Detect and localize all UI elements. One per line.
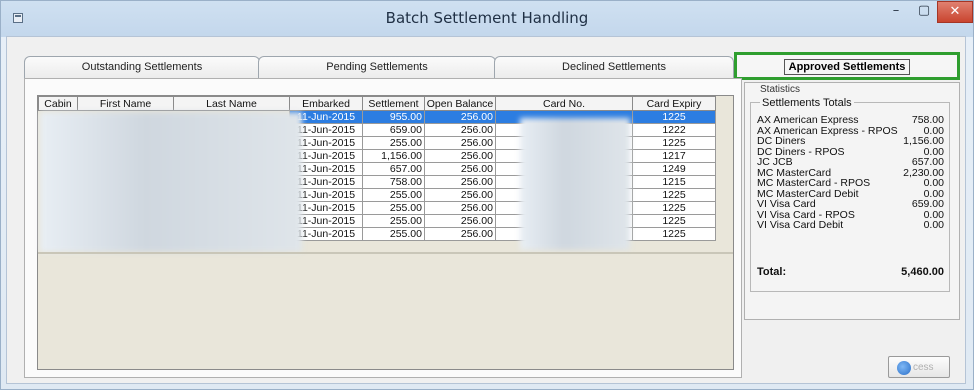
minimize-button[interactable]: – bbox=[881, 1, 911, 23]
cell-card-expiry: 1225 bbox=[632, 214, 716, 228]
card-type-total: 657.00 bbox=[911, 156, 944, 168]
process-button[interactable]: cess bbox=[888, 356, 950, 378]
cell-card-expiry: 1225 bbox=[632, 188, 716, 202]
process-icon bbox=[897, 361, 911, 375]
total-value: 5,460.00 bbox=[901, 266, 944, 278]
settlement-totals-caption: Settlements Totals bbox=[760, 97, 854, 109]
cell-open-balance: 256.00 bbox=[424, 201, 496, 215]
cell-settlement: 255.00 bbox=[362, 136, 425, 150]
cell-card-expiry: 1225 bbox=[632, 227, 716, 241]
list-item: JC JCB 657.00 bbox=[757, 157, 944, 168]
tab-outstanding-settlements[interactable]: Outstanding Settlements bbox=[24, 56, 260, 78]
redacted-card-numbers bbox=[520, 118, 630, 250]
tab-pending-settlements[interactable]: Pending Settlements bbox=[258, 56, 496, 78]
card-type-total: 659.00 bbox=[911, 198, 944, 210]
column-header-open-balance[interactable]: Open Balance bbox=[424, 96, 496, 111]
cell-open-balance: 256.00 bbox=[424, 175, 496, 189]
cell-settlement: 255.00 bbox=[362, 214, 425, 228]
cell-open-balance: 256.00 bbox=[424, 188, 496, 202]
cell-open-balance: 256.00 bbox=[424, 227, 496, 241]
cell-card-expiry: 1215 bbox=[632, 175, 716, 189]
card-type-label: VI Visa Card Debit bbox=[757, 219, 844, 231]
tab-label: Declined Settlements bbox=[562, 61, 666, 73]
cell-open-balance: 256.00 bbox=[424, 214, 496, 228]
close-button[interactable]: ✕ bbox=[937, 1, 973, 23]
grid-divider bbox=[38, 252, 733, 254]
settlement-totals-list: AX American Express 758.00 AX American Ex… bbox=[757, 115, 944, 231]
card-type-total: 758.00 bbox=[911, 114, 944, 126]
cell-settlement: 1,156.00 bbox=[362, 149, 425, 163]
cell-open-balance: 256.00 bbox=[424, 136, 496, 150]
cell-card-expiry: 1225 bbox=[632, 201, 716, 215]
cell-settlement: 955.00 bbox=[362, 110, 425, 124]
redacted-guest-names bbox=[40, 112, 302, 252]
tab-declined-settlements[interactable]: Declined Settlements bbox=[494, 56, 734, 78]
card-type-label: JC JCB bbox=[757, 156, 793, 168]
cell-settlement: 255.00 bbox=[362, 227, 425, 241]
cell-open-balance: 256.00 bbox=[424, 149, 496, 163]
column-header-card-no[interactable]: Card No. bbox=[495, 96, 633, 111]
title-bar[interactable]: Batch Settlement Handling – ▢ ✕ bbox=[1, 1, 973, 37]
card-type-label: MC MasterCard - RPOS bbox=[757, 177, 871, 189]
list-item: MC MasterCard - RPOS 0.00 bbox=[757, 178, 944, 189]
cell-settlement: 659.00 bbox=[362, 123, 425, 137]
cell-open-balance: 256.00 bbox=[424, 110, 496, 124]
cell-settlement: 255.00 bbox=[362, 188, 425, 202]
list-item: VI Visa Card Debit 0.00 bbox=[757, 220, 944, 231]
window-title: Batch Settlement Handling bbox=[385, 9, 589, 27]
card-type-label: AX American Express bbox=[757, 114, 859, 126]
total-label: Total: bbox=[757, 266, 787, 278]
cell-open-balance: 256.00 bbox=[424, 162, 496, 176]
card-type-label: VI Visa Card bbox=[757, 198, 816, 210]
cell-card-expiry: 1217 bbox=[632, 149, 716, 163]
cell-settlement: 758.00 bbox=[362, 175, 425, 189]
card-type-total: 0.00 bbox=[923, 177, 944, 189]
grid-header-row: Cabin First Name Last Name Embarked Sett… bbox=[38, 96, 716, 111]
list-item: DC Diners 1,156.00 bbox=[757, 136, 944, 147]
maximize-button[interactable]: ▢ bbox=[911, 1, 937, 23]
cell-card-expiry: 1222 bbox=[632, 123, 716, 137]
card-type-total: 0.00 bbox=[923, 219, 944, 231]
column-header-last-name[interactable]: Last Name bbox=[173, 96, 290, 111]
column-header-first-name[interactable]: First Name bbox=[77, 96, 174, 111]
column-header-card-expiry[interactable]: Card Expiry bbox=[632, 96, 716, 111]
list-item: AX American Express 758.00 bbox=[757, 115, 944, 126]
tab-approved-settlements[interactable]: Approved Settlements bbox=[734, 52, 960, 80]
cell-card-expiry: 1225 bbox=[632, 110, 716, 124]
cell-card-expiry: 1225 bbox=[632, 136, 716, 150]
card-type-label: DC Diners bbox=[757, 135, 806, 147]
column-header-cabin[interactable]: Cabin bbox=[38, 96, 78, 111]
list-item: VI Visa Card 659.00 bbox=[757, 199, 944, 210]
card-type-total: 1,156.00 bbox=[903, 135, 944, 147]
cell-card-expiry: 1249 bbox=[632, 162, 716, 176]
column-header-settlement[interactable]: Settlement bbox=[362, 96, 425, 111]
tab-label: Approved Settlements bbox=[783, 59, 911, 75]
statistics-group-label: Statistics bbox=[760, 84, 801, 95]
tab-label: Pending Settlements bbox=[326, 61, 428, 73]
process-button-label: cess bbox=[913, 362, 934, 373]
grand-total-row: Total: 5,460.00 bbox=[757, 266, 944, 278]
cell-settlement: 255.00 bbox=[362, 201, 425, 215]
cell-open-balance: 256.00 bbox=[424, 123, 496, 137]
cell-settlement: 657.00 bbox=[362, 162, 425, 176]
tab-label: Outstanding Settlements bbox=[81, 61, 203, 73]
column-header-embarked[interactable]: Embarked bbox=[289, 96, 363, 111]
